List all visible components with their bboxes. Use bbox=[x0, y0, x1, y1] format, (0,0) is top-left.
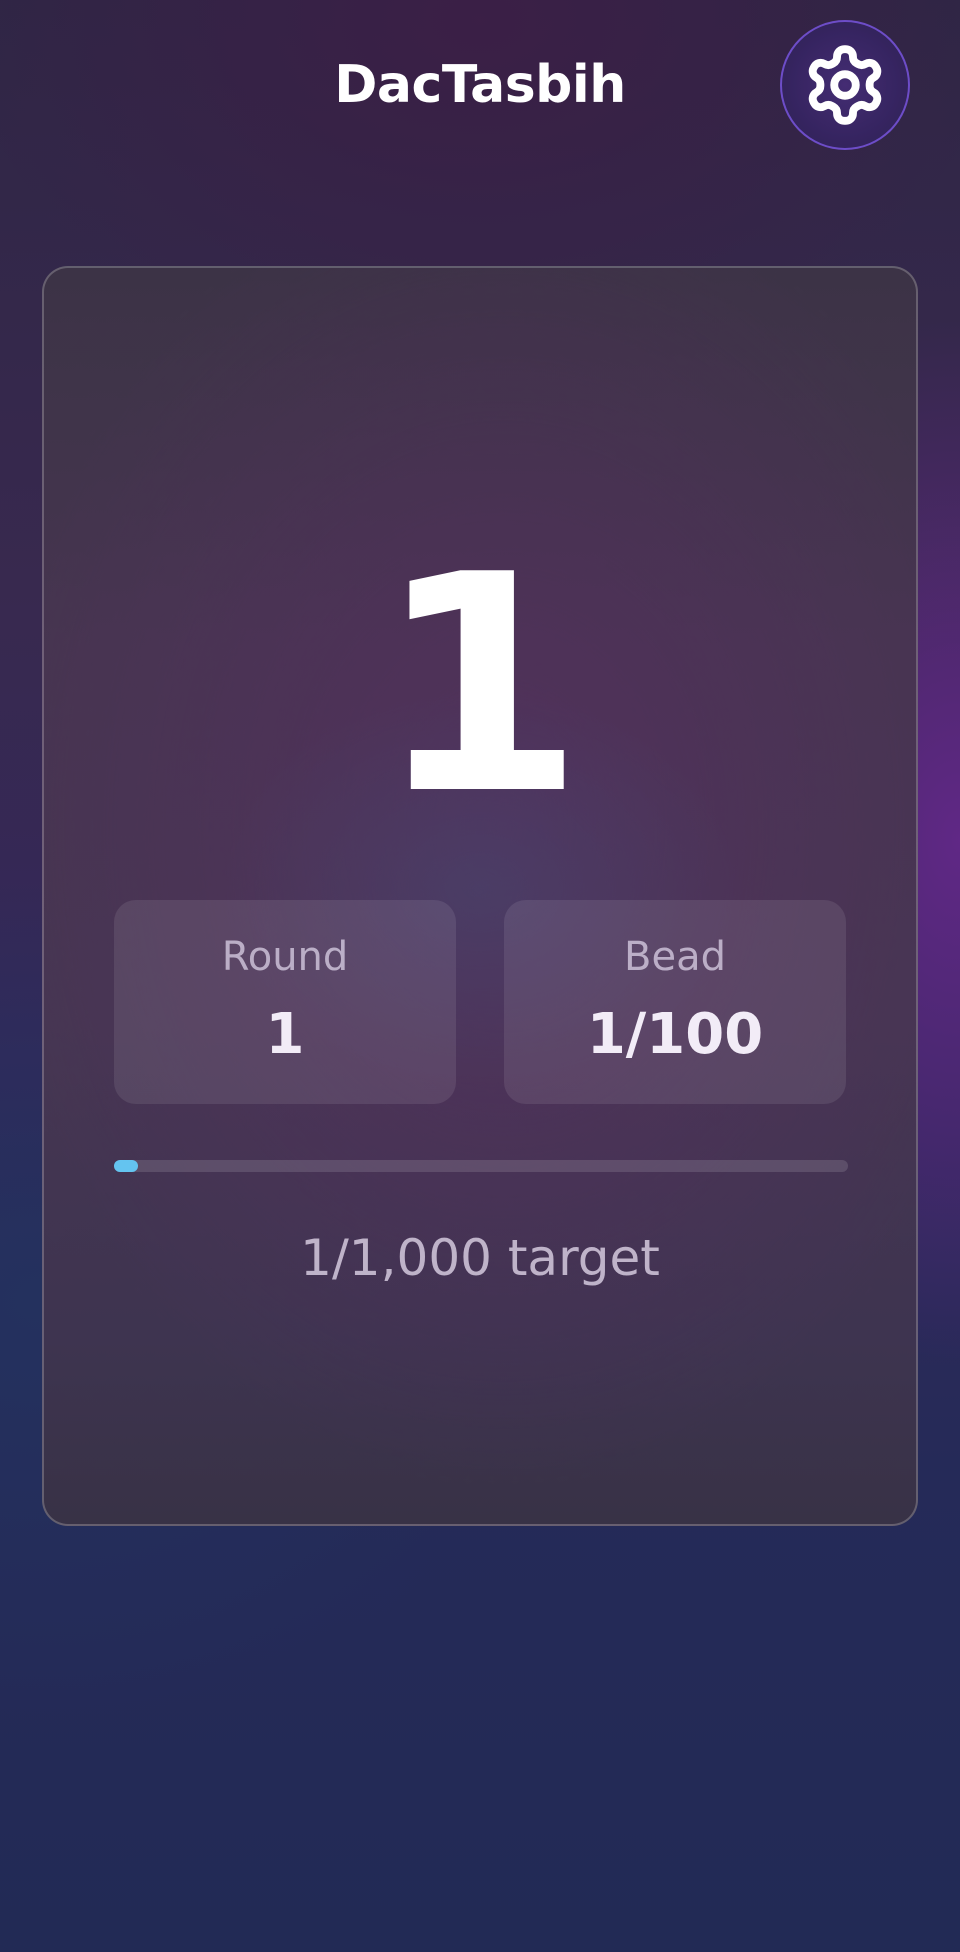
settings-button[interactable] bbox=[780, 20, 910, 150]
progress-bar bbox=[114, 1160, 848, 1172]
bead-label: Bead bbox=[624, 934, 726, 980]
counter-tap-area[interactable]: 1 Round 1 Bead 1/100 1/1,000 target bbox=[42, 266, 918, 1526]
bead-stat: Bead 1/100 bbox=[504, 900, 846, 1104]
round-value: 1 bbox=[265, 1002, 305, 1067]
progress-fill bbox=[114, 1160, 138, 1172]
count-display: 1 bbox=[375, 511, 585, 860]
round-stat: Round 1 bbox=[114, 900, 456, 1104]
bead-value: 1/100 bbox=[586, 1002, 764, 1067]
gear-icon bbox=[802, 42, 888, 128]
round-label: Round bbox=[221, 934, 349, 980]
target-text: 1/1,000 target bbox=[300, 1229, 660, 1287]
